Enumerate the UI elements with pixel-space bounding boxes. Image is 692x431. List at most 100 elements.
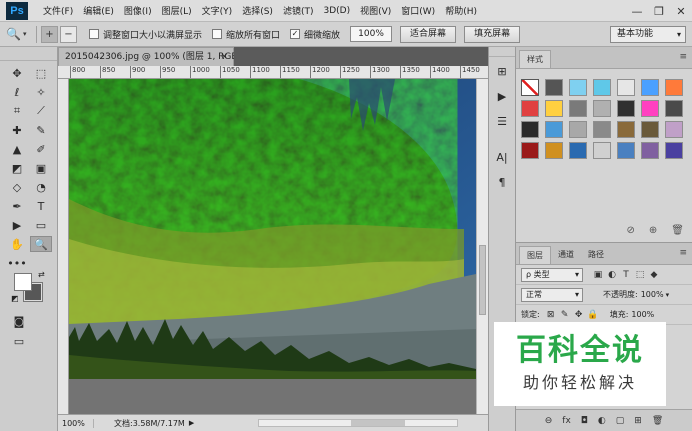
style-swatch[interactable] bbox=[641, 100, 659, 117]
tab-channels[interactable]: 通道 bbox=[551, 246, 581, 264]
rectangle-tool-icon[interactable]: ▭ bbox=[30, 217, 52, 233]
tab-styles[interactable]: 样式 bbox=[519, 50, 551, 68]
default-colors-icon[interactable]: ◩ bbox=[11, 294, 19, 303]
menu-3d[interactable]: 3D(D) bbox=[318, 6, 355, 16]
move-tool-icon[interactable]: ✥ bbox=[6, 65, 28, 81]
panel-menu-icon[interactable]: ≡ bbox=[679, 248, 687, 258]
path-selection-tool-icon[interactable]: ▶ bbox=[6, 217, 28, 233]
status-zoom-field[interactable]: 100% bbox=[58, 418, 94, 428]
style-swatch[interactable] bbox=[641, 142, 659, 159]
style-swatch[interactable] bbox=[569, 100, 587, 117]
delete-layer-icon[interactable]: 🗑 bbox=[652, 416, 663, 426]
scrollbar-thumb[interactable] bbox=[479, 245, 486, 315]
shape-filter-icon[interactable]: ⬚ bbox=[633, 270, 647, 280]
marquee-tool-icon[interactable]: ⬚ bbox=[30, 65, 52, 81]
hand-tool-icon[interactable]: ✋ bbox=[6, 236, 28, 252]
new-style-icon[interactable]: ⊕ bbox=[649, 225, 657, 236]
status-menu-arrow-icon[interactable]: ▶ bbox=[189, 419, 194, 427]
style-swatch[interactable] bbox=[665, 121, 683, 138]
close-icon[interactable]: ✕ bbox=[670, 5, 692, 18]
style-swatch[interactable] bbox=[545, 79, 563, 96]
style-swatch[interactable] bbox=[545, 142, 563, 159]
gradient-tool-icon[interactable]: ▣ bbox=[30, 160, 52, 176]
workspace-switcher[interactable]: 基本功能 ▾ bbox=[610, 26, 686, 43]
eyedropper-tool-icon[interactable]: ⟋ bbox=[30, 103, 52, 119]
lock-all-icon[interactable]: 🔒 bbox=[586, 310, 600, 320]
style-swatch[interactable] bbox=[521, 100, 539, 117]
zoom-level-field[interactable]: 100% bbox=[350, 26, 393, 42]
chevron-down-icon[interactable]: ▾ bbox=[666, 291, 670, 299]
menu-view[interactable]: 视图(V) bbox=[355, 4, 396, 17]
pixel-filter-icon[interactable]: ▣ bbox=[591, 270, 605, 280]
blend-mode-select[interactable]: 正常 ▾ bbox=[521, 287, 583, 302]
style-swatch[interactable] bbox=[593, 100, 611, 117]
style-swatch[interactable] bbox=[617, 142, 635, 159]
menu-layer[interactable]: 图层(L) bbox=[157, 4, 197, 17]
type-filter-icon[interactable]: T bbox=[619, 270, 633, 280]
zoom-tool-icon[interactable]: 🔍 bbox=[30, 236, 52, 252]
menu-type[interactable]: 文字(Y) bbox=[197, 4, 238, 17]
style-swatch[interactable] bbox=[641, 121, 659, 138]
style-swatch[interactable] bbox=[665, 79, 683, 96]
magic-wand-tool-icon[interactable]: ✧ bbox=[30, 84, 52, 100]
style-swatch[interactable] bbox=[617, 100, 635, 117]
clear-style-icon[interactable]: ⊘ bbox=[627, 225, 635, 236]
new-layer-icon[interactable]: ⊞ bbox=[634, 416, 642, 426]
actions-panel-icon[interactable]: ▶ bbox=[489, 85, 515, 107]
scrubby-zoom-checkbox[interactable]: ✓ 细微缩放 bbox=[290, 28, 340, 41]
close-document-icon[interactable]: × bbox=[220, 48, 228, 66]
style-swatch[interactable] bbox=[521, 142, 539, 159]
style-swatch[interactable] bbox=[665, 142, 683, 159]
menu-filter[interactable]: 滤镜(T) bbox=[278, 4, 319, 17]
style-swatch[interactable] bbox=[569, 79, 587, 96]
history-brush-tool-icon[interactable]: ✐ bbox=[30, 141, 52, 157]
tab-paths[interactable]: 路径 bbox=[581, 246, 611, 264]
dodge-tool-icon[interactable]: ◔ bbox=[30, 179, 52, 195]
quick-mask-icon[interactable]: ◙ bbox=[8, 313, 30, 329]
properties-panel-icon[interactable]: ☰ bbox=[489, 110, 515, 132]
layer-style-icon[interactable]: fx bbox=[562, 416, 571, 426]
character-panel-icon[interactable]: A| bbox=[489, 146, 515, 168]
style-swatch[interactable] bbox=[617, 121, 635, 138]
style-swatch[interactable] bbox=[593, 121, 611, 138]
horizontal-scrollbar[interactable] bbox=[258, 419, 458, 427]
smart-object-filter-icon[interactable]: ◆ bbox=[647, 270, 661, 280]
style-swatch[interactable] bbox=[545, 121, 563, 138]
lasso-tool-icon[interactable]: ℓ bbox=[6, 84, 28, 100]
vertical-scrollbar[interactable] bbox=[476, 79, 488, 414]
fill-value[interactable]: 100% bbox=[631, 310, 654, 319]
foreground-color[interactable] bbox=[14, 273, 32, 291]
opacity-value[interactable]: 100% bbox=[641, 290, 664, 299]
lock-pixels-icon[interactable]: ✎ bbox=[558, 310, 572, 320]
adjustment-filter-icon[interactable]: ◐ bbox=[605, 270, 619, 280]
zoom-in-button[interactable]: + bbox=[41, 25, 58, 43]
style-swatch[interactable] bbox=[593, 142, 611, 159]
fill-screen-button[interactable]: 填充屏幕 bbox=[464, 25, 521, 43]
menu-select[interactable]: 选择(S) bbox=[237, 4, 278, 17]
eraser-tool-icon[interactable]: ◩ bbox=[6, 160, 28, 176]
style-swatch-none[interactable] bbox=[521, 79, 539, 96]
lock-transparency-icon[interactable]: ⊠ bbox=[544, 310, 558, 320]
lock-position-icon[interactable]: ✥ bbox=[572, 310, 586, 320]
style-swatch[interactable] bbox=[641, 79, 659, 96]
fit-screen-button[interactable]: 适合屏幕 bbox=[400, 25, 457, 43]
panel-grip[interactable] bbox=[489, 47, 515, 57]
zoom-out-button[interactable]: − bbox=[60, 25, 77, 43]
panel-grip[interactable] bbox=[0, 47, 57, 61]
link-layers-icon[interactable]: ⊖ bbox=[545, 416, 553, 426]
style-swatch[interactable] bbox=[617, 79, 635, 96]
menu-file[interactable]: 文件(F) bbox=[38, 4, 78, 17]
scrollbar-thumb[interactable] bbox=[351, 420, 405, 426]
history-panel-icon[interactable]: ⊞ bbox=[489, 60, 515, 82]
tab-layers[interactable]: 图层 bbox=[519, 246, 551, 264]
type-tool-icon[interactable]: T bbox=[30, 198, 52, 214]
document-canvas[interactable] bbox=[69, 79, 476, 414]
style-swatch[interactable] bbox=[593, 79, 611, 96]
menu-help[interactable]: 帮助(H) bbox=[440, 4, 482, 17]
style-swatch[interactable] bbox=[569, 121, 587, 138]
blur-tool-icon[interactable]: ◇ bbox=[6, 179, 28, 195]
style-swatch[interactable] bbox=[545, 100, 563, 117]
add-mask-icon[interactable]: ◘ bbox=[581, 416, 588, 426]
pen-tool-icon[interactable]: ✒ bbox=[6, 198, 28, 214]
restore-icon[interactable]: ❐ bbox=[648, 5, 670, 18]
